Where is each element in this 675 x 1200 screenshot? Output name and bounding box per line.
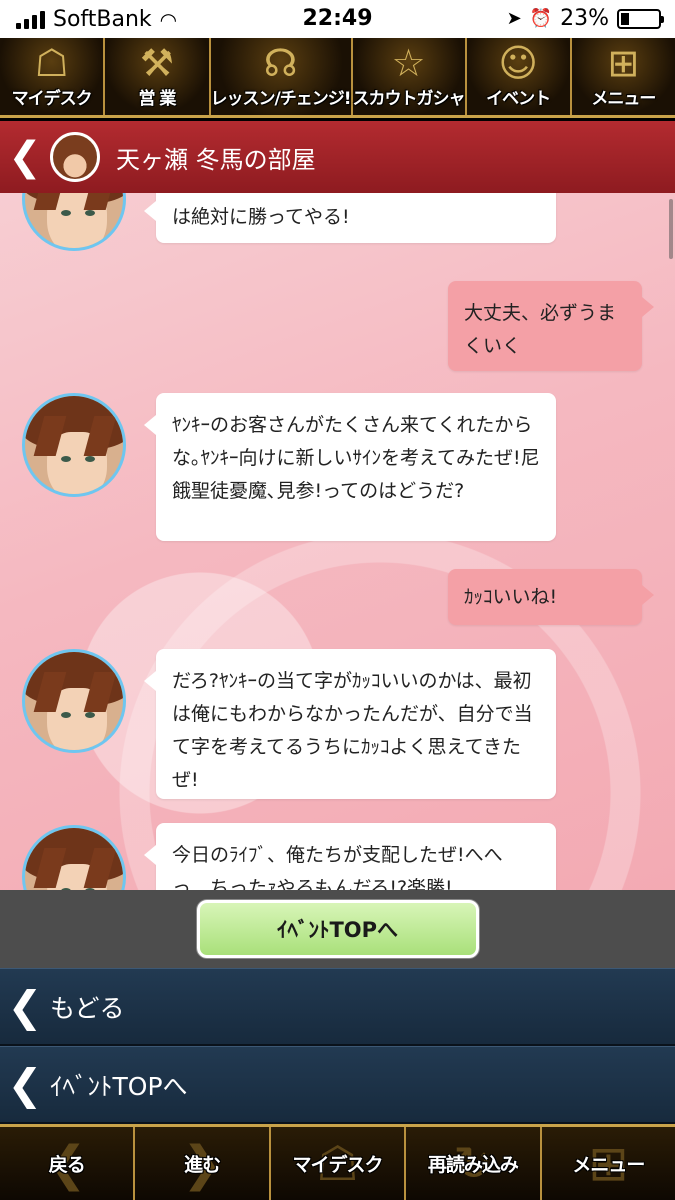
topnav-item-sales[interactable]: ⚒ 営 業 <box>105 38 211 115</box>
bottom-label: マイデスク <box>292 1154 384 1176</box>
bottom-label: 進む <box>184 1154 221 1176</box>
chevron-left-icon: ❮ <box>7 982 43 1031</box>
mydesk-button[interactable]: ☖ マイデスク <box>271 1127 407 1200</box>
bottom-label: メニュー <box>572 1154 645 1176</box>
back-chevron-icon[interactable]: ❮ <box>0 134 50 180</box>
event-button-bar: ｲﾍﾞﾝﾄTOPへ <box>0 890 675 968</box>
location-icon: ➤ <box>506 8 522 29</box>
battery-icon <box>617 8 664 29</box>
topnav-label: イベント <box>486 89 551 109</box>
topnav-item-menu[interactable]: ⊞ メニュー <box>571 38 675 115</box>
message-text: は絶対に勝ってやる! <box>172 206 350 228</box>
battery-percent: 23% <box>560 6 609 31</box>
microphone-icon: ⚒ <box>139 41 174 85</box>
topnav-item-event[interactable]: ☺ イベント <box>466 38 572 115</box>
message-text: ﾔﾝｷｰのお客さんがたくさん来てくれたからな｡ﾔﾝｷｰ向けに新しいｻｲﾝを考えて… <box>172 414 540 502</box>
topnav-label: スカウトガシャ <box>352 89 466 109</box>
topnav-item-lesson[interactable]: ☊ レッスン/チェンジ! <box>210 38 353 115</box>
bottom-bar: ❮ 戻る ❯ 進む ☖ マイデスク ↻ 再読み込み ⊞ メニュー <box>0 1124 675 1200</box>
avatar <box>22 825 126 890</box>
chat-area[interactable]: は絶対に勝ってやる! 大丈夫、必ずうまくいく ﾔﾝｷｰのお客さんがたくさん来てく… <box>0 193 675 890</box>
message-bubble: 今日のﾗｲﾌﾞ、俺たちが支配したぜ!へへっ、ちったｧやるもんだろ!?楽勝! <box>144 823 556 890</box>
message-bubble: ｶｯｺいいね! <box>448 569 654 625</box>
star-icon: ☆ <box>391 41 426 85</box>
scrollbar[interactable] <box>669 199 673 259</box>
message-text: ｶｯｺいいね! <box>464 586 558 608</box>
bottom-label: 戻る <box>48 1154 86 1176</box>
message-bubble: だろ?ﾔﾝｷｰの当て字がｶｯｺいいのかは、最初は俺にもわからなかったんだが、自分… <box>144 649 556 799</box>
message-text: だろ?ﾔﾝｷｰの当て字がｶｯｺいいのかは、最初は俺にもわからなかったんだが、自分… <box>172 670 533 791</box>
event-icon: ☺ <box>498 41 538 85</box>
avatar <box>50 132 100 182</box>
topnav-label: 営 業 <box>138 89 176 109</box>
room-header: ❮ 天ヶ瀬 冬馬の部屋 <box>0 121 675 193</box>
topnav-label: マイデスク <box>11 89 93 109</box>
room-title: 天ヶ瀬 冬馬の部屋 <box>116 145 316 174</box>
message-bubble: ﾔﾝｷｰのお客さんがたくさん来てくれたからな｡ﾔﾝｷｰ向けに新しいｻｲﾝを考えて… <box>144 393 556 541</box>
avatar <box>22 393 126 497</box>
topnav-item-scout[interactable]: ☆ スカウトガシャ <box>352 38 467 115</box>
chevron-left-icon: ❮ <box>7 1060 43 1109</box>
menu-button[interactable]: ⊞ メニュー <box>542 1127 675 1200</box>
message-bubble: 大丈夫、必ずうまくいく <box>448 281 654 371</box>
back-link[interactable]: ❮ もどる <box>0 968 675 1046</box>
topnav-label: メニュー <box>591 89 656 109</box>
topnav-item-mydesk[interactable]: ☖ マイデスク <box>0 38 106 115</box>
back-link-label: もどる <box>50 993 125 1023</box>
message-text: 大丈夫、必ずうまくいく <box>464 302 617 357</box>
status-right: ➤ ⏰ 23% <box>506 6 664 31</box>
grid-menu-icon: ⊞ <box>607 41 640 85</box>
message-bubble: は絶対に勝ってやる! <box>144 193 556 243</box>
topnav-label: レッスン/チェンジ! <box>210 89 352 109</box>
avatar <box>22 649 126 753</box>
event-top-link-label: ｲﾍﾞﾝﾄTOPへ <box>50 1071 188 1101</box>
event-top-button[interactable]: ｲﾍﾞﾝﾄTOPへ <box>196 900 479 958</box>
list-nav: ❮ もどる ❮ ｲﾍﾞﾝﾄTOPへ <box>0 968 675 1124</box>
message-text: 今日のﾗｲﾌﾞ、俺たちが支配したぜ!へへっ、ちったｧやるもんだろ!?楽勝! <box>172 844 503 890</box>
top-nav: ☖ マイデスク ⚒ 営 業 ☊ レッスン/チェンジ! ☆ スカウトガシャ ☺ イ… <box>0 38 675 118</box>
alarm-icon: ⏰ <box>529 8 553 29</box>
back-button[interactable]: ❮ 戻る <box>0 1127 136 1200</box>
headphones-icon: ☊ <box>263 41 298 85</box>
event-top-link[interactable]: ❮ ｲﾍﾞﾝﾄTOPへ <box>0 1046 675 1124</box>
avatar <box>22 193 126 251</box>
chair-icon: ☖ <box>34 41 69 85</box>
bottom-label: 再読み込み <box>427 1154 519 1176</box>
status-bar: SoftBank ◠ 22:49 ➤ ⏰ 23% <box>0 0 675 38</box>
forward-button[interactable]: ❯ 進む <box>135 1127 271 1200</box>
reload-button[interactable]: ↻ 再読み込み <box>406 1127 542 1200</box>
